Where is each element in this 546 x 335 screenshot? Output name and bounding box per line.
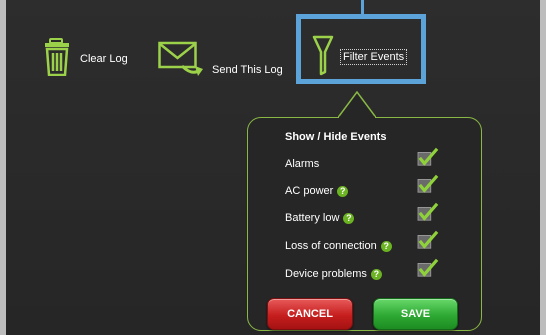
send-log-label: Send This Log [212, 63, 283, 76]
event-row-device-problems: Device problems ? [285, 268, 382, 280]
event-label: AC power [285, 185, 334, 197]
trash-icon [44, 38, 74, 79]
battery-low-checkbox[interactable] [416, 202, 440, 222]
highlight-frame [296, 14, 426, 84]
event-row-loss-of-connection: Loss of connection ? [285, 240, 392, 252]
save-button[interactable]: SAVE [373, 298, 458, 330]
event-row-ac-power: AC power ? [285, 185, 349, 197]
clear-log-label: Clear Log [80, 52, 128, 65]
event-row-battery-low: Battery low ? [285, 212, 355, 224]
envelope-icon [158, 40, 206, 83]
device-problems-checkbox[interactable] [416, 258, 440, 278]
help-icon[interactable]: ? [380, 240, 392, 252]
help-icon[interactable]: ? [337, 185, 349, 197]
loss-of-connection-checkbox[interactable] [416, 230, 440, 250]
event-row-alarms: Alarms [285, 158, 319, 170]
callout-pointer [361, 0, 364, 14]
cancel-button[interactable]: CANCEL [267, 298, 353, 330]
event-label: Loss of connection [285, 240, 377, 252]
help-icon[interactable]: ? [370, 268, 382, 280]
event-label: Alarms [285, 158, 320, 170]
popover-arrow [338, 91, 376, 118]
event-label: Battery low [285, 212, 340, 224]
help-icon[interactable]: ? [343, 212, 355, 224]
send-log-button[interactable]: Send This Log [158, 40, 283, 83]
clear-log-button[interactable]: Clear Log [44, 38, 128, 79]
event-label: Device problems [285, 268, 367, 280]
alarms-checkbox[interactable] [416, 147, 440, 167]
ac-power-checkbox[interactable] [416, 174, 440, 194]
popover-title: Show / Hide Events [285, 131, 387, 143]
